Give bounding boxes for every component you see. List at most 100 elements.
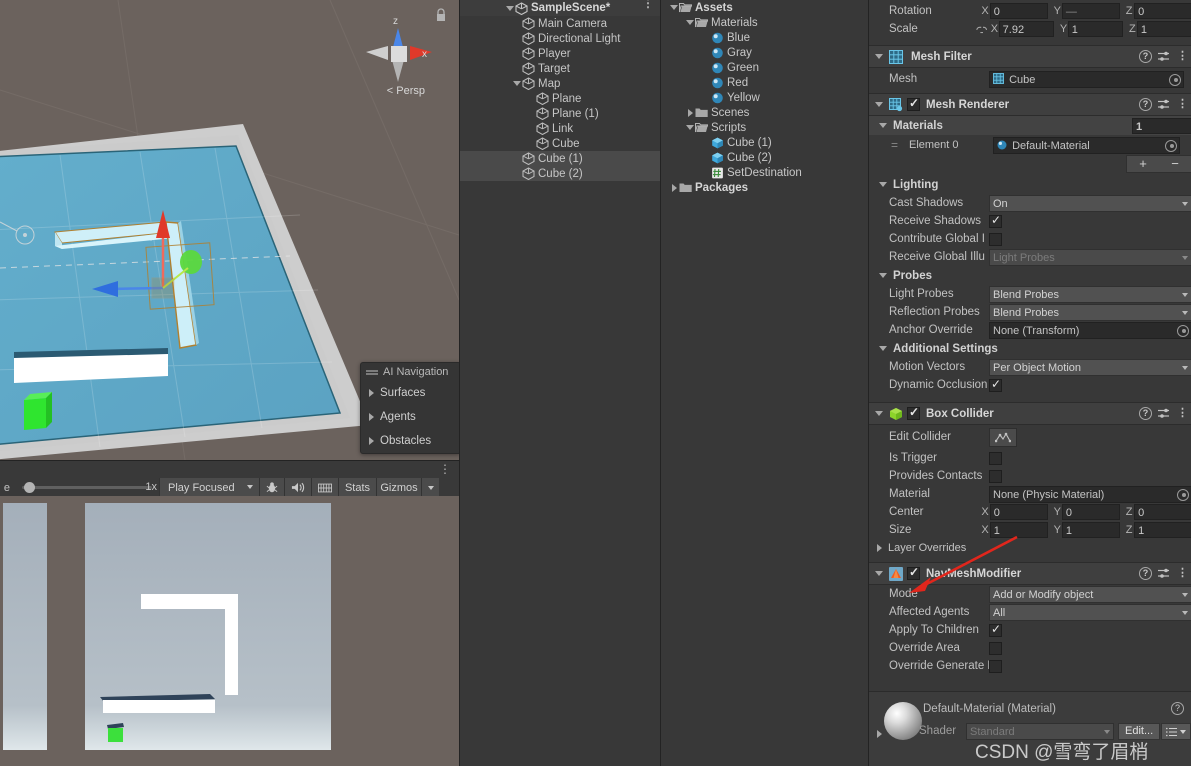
project-item-gray[interactable]: Gray [661, 45, 869, 60]
center-z-field[interactable]: 0 [1134, 504, 1191, 520]
ai-nav-item-agents[interactable]: Agents [361, 405, 459, 429]
lock-icon[interactable] [435, 8, 447, 22]
navmesh-mode-row[interactable]: Mode Add or Modify object [869, 585, 1191, 603]
settings-sliders-icon[interactable] [1158, 408, 1171, 419]
debug-toggle[interactable] [259, 478, 284, 497]
light-probes-row[interactable]: Light Probes Blend Probes [869, 285, 1191, 303]
center-y-field[interactable]: 0 [1061, 504, 1120, 520]
mesh-filter-header[interactable]: Mesh Filter ? ⋮ [869, 45, 1191, 68]
material-element-row[interactable]: = Element 0 Default-Material [869, 135, 1191, 155]
chevron-down-icon[interactable] [513, 81, 521, 86]
chevron-down-icon[interactable] [686, 20, 694, 25]
dynamic-occlusion-checkbox[interactable] [989, 377, 1002, 392]
mode-dropdown[interactable]: Add or Modify object [989, 585, 1191, 603]
component-kebab-menu[interactable]: ⋮ [1177, 99, 1188, 110]
hierarchy-item-player[interactable]: Player [460, 46, 661, 61]
provides-contacts-row[interactable]: Provides Contacts [869, 467, 1191, 485]
ai-nav-item-obstacles[interactable]: Obstacles [361, 429, 459, 453]
receive-shadows-checkbox[interactable] [989, 213, 1002, 228]
box-collider-enabled-checkbox[interactable] [907, 405, 920, 420]
ai-navigation-header[interactable]: AI Navigation [361, 363, 459, 381]
help-icon[interactable]: ? [1139, 567, 1152, 580]
hierarchy-item-cube-1[interactable]: Cube (1) [460, 151, 661, 166]
game-view-kebab-menu[interactable]: ⋮ [439, 463, 451, 475]
project-item-materials[interactable]: Materials [661, 15, 869, 30]
chevron-right-icon[interactable] [687, 108, 693, 117]
box-collider-header[interactable]: Box Collider ? ⋮ [869, 402, 1191, 425]
chevron-down-icon[interactable] [686, 125, 694, 130]
motion-vectors-row[interactable]: Motion Vectors Per Object Motion [869, 358, 1191, 376]
affected-agents-dropdown[interactable]: All [989, 603, 1191, 621]
project-item-scripts[interactable]: Scripts [661, 120, 869, 135]
override-generate-links-row[interactable]: Override Generate Lir [869, 657, 1191, 675]
provides-contacts-checkbox[interactable] [989, 469, 1002, 483]
size-z-field[interactable]: 1 [1134, 522, 1191, 538]
hierarchy-list[interactable]: Main Camera Directional Light Player Target… [460, 16, 661, 181]
game-view[interactable] [0, 496, 459, 766]
chevron-right-icon[interactable] [877, 543, 882, 552]
settings-sliders-icon[interactable] [1158, 51, 1171, 62]
motion-vectors-dropdown[interactable]: Per Object Motion [989, 358, 1191, 376]
layer-overrides-row[interactable]: Layer Overrides [869, 539, 1191, 556]
project-item-blue[interactable]: Blue [661, 30, 869, 45]
component-kebab-menu[interactable]: ⋮ [1177, 408, 1188, 419]
hierarchy-item-cube-2[interactable]: Cube (2) [460, 166, 661, 181]
override-area-row[interactable]: Override Area [869, 639, 1191, 657]
chevron-down-icon[interactable] [506, 5, 514, 11]
hierarchy-item-directional-light[interactable]: Directional Light [460, 31, 661, 46]
physic-material-row[interactable]: Material None (Physic Material) [869, 485, 1191, 503]
help-icon[interactable]: ? [1171, 702, 1184, 715]
reflection-probes-dropdown[interactable]: Blend Probes [989, 303, 1191, 321]
project-item-scenes[interactable]: Scenes [661, 105, 869, 120]
inspector-panel[interactable]: Rotation X 0 Y — Z 0 Scale X 7.92 Y 1 Z [868, 0, 1191, 766]
additional-settings-section[interactable]: Additional Settings [869, 339, 1191, 358]
chevron-down-icon[interactable] [875, 102, 883, 107]
hierarchy-scene-row[interactable]: SampleScene* ⋮ [460, 0, 661, 16]
object-picker-icon[interactable] [1169, 73, 1181, 86]
broken-link-icon[interactable] [976, 24, 988, 35]
game-view-toolbar[interactable]: ⋮ e 1x Play Focused Stats Gizmos [0, 460, 459, 497]
rotation-x-field[interactable]: 0 [989, 3, 1048, 19]
chevron-down-icon[interactable] [875, 411, 883, 416]
chevron-down-icon[interactable] [670, 5, 678, 10]
grid-toggle[interactable] [311, 478, 338, 497]
collider-size-row[interactable]: Size X 1 Y 1 Z 1 [869, 521, 1191, 539]
stats-button[interactable]: Stats [338, 478, 376, 497]
receive-shadows-row[interactable]: Receive Shadows [869, 212, 1191, 230]
scale-y-field[interactable]: 1 [1067, 21, 1123, 37]
physic-material-object-field[interactable]: None (Physic Material) [989, 485, 1191, 503]
ai-navigation-overlay[interactable]: AI Navigation Surfaces Agents Obstacles [360, 362, 459, 454]
help-icon[interactable]: ? [1139, 98, 1152, 111]
project-item-yellow[interactable]: Yellow [661, 90, 869, 105]
chevron-down-icon[interactable] [875, 54, 883, 59]
mesh-object-field[interactable]: Cube [989, 70, 1184, 88]
element-0-object-field[interactable]: Default-Material [993, 136, 1180, 154]
hierarchy-item-link[interactable]: Link [460, 121, 661, 136]
anchor-override-object-field[interactable]: None (Transform) [989, 321, 1191, 339]
transform-scale-row[interactable]: Scale X 7.92 Y 1 Z 1 [869, 20, 1191, 38]
game-viewport[interactable] [0, 496, 459, 766]
gizmos-dropdown[interactable] [421, 478, 439, 497]
scale-z-field[interactable]: 1 [1136, 21, 1191, 37]
scene-view[interactable]: z x < Persp AI Navigation Surfaces Agent… [0, 0, 459, 460]
size-x-field[interactable]: 1 [989, 522, 1048, 538]
project-item-cube-2[interactable]: Cube (2) [661, 150, 869, 165]
materials-section[interactable]: Materials 1 [869, 116, 1191, 135]
ai-nav-item-surfaces[interactable]: Surfaces [361, 381, 459, 405]
scale-slider-knob[interactable] [24, 482, 35, 493]
project-item-packages[interactable]: Packages [661, 180, 869, 195]
cast-shadows-dropdown[interactable]: On [989, 194, 1191, 212]
lighting-section[interactable]: Lighting [869, 175, 1191, 194]
chevron-down-icon[interactable] [879, 273, 887, 278]
scene-perspective-label[interactable]: < Persp [387, 85, 425, 97]
hierarchy-item-target[interactable]: Target [460, 61, 661, 76]
hierarchy-item-cube[interactable]: Cube [460, 136, 661, 151]
is-trigger-checkbox[interactable] [989, 451, 1002, 465]
collider-center-row[interactable]: Center X 0 Y 0 Z 0 [869, 503, 1191, 521]
preset-button[interactable] [1161, 723, 1191, 740]
materials-count-field[interactable]: 1 [1132, 117, 1191, 134]
object-picker-icon[interactable] [1177, 488, 1189, 501]
chevron-down-icon[interactable] [879, 346, 887, 351]
cast-shadows-row[interactable]: Cast Shadows On [869, 194, 1191, 212]
navmesh-modifier-header[interactable]: NavMeshModifier ? ⋮ [869, 562, 1191, 585]
